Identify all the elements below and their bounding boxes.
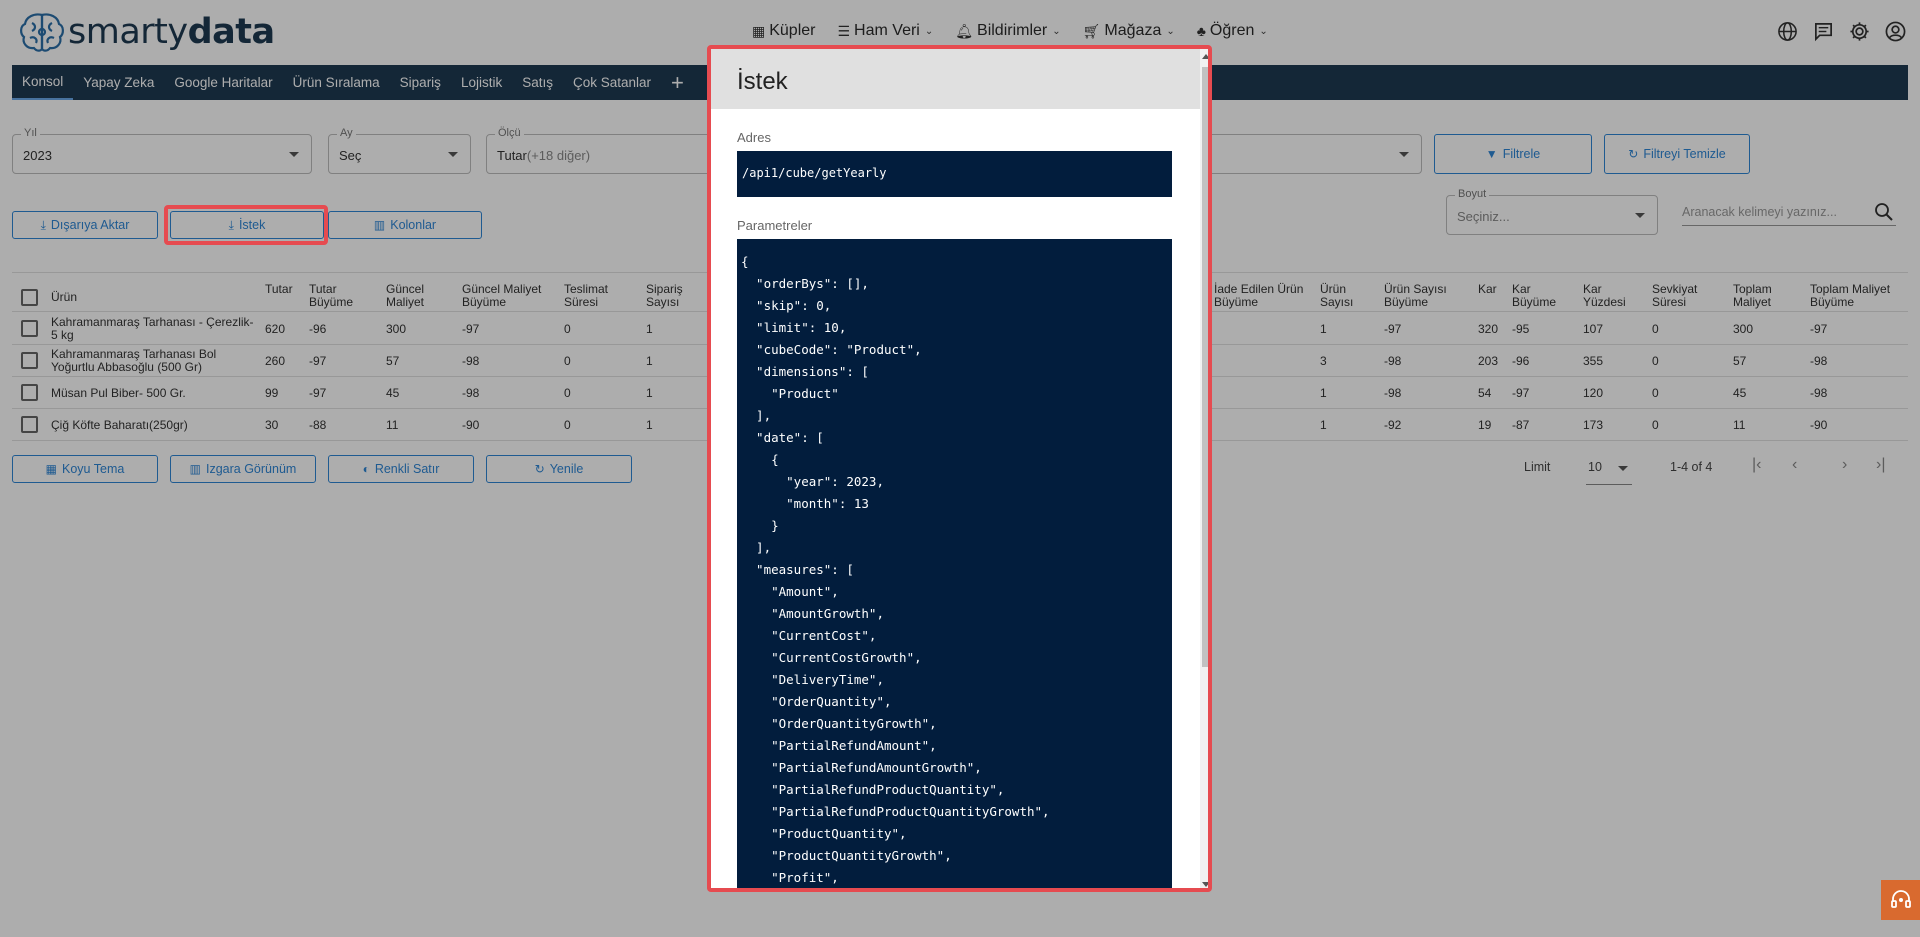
address-label: Adres (737, 130, 771, 145)
modal-scrollbar[interactable] (1200, 49, 1208, 888)
request-button-highlight (164, 205, 328, 245)
address-box: /api1/cube/getYearly (737, 151, 1172, 197)
scrollbar-thumb[interactable] (1202, 67, 1208, 667)
scroll-up-icon[interactable] (1202, 54, 1208, 59)
params-code-block: { "orderBys": [], "skip": 0, "limit": 10… (737, 239, 1172, 888)
address-value: /api1/cube/getYearly (742, 166, 887, 180)
support-button[interactable] (1881, 880, 1920, 920)
headset-icon (1890, 890, 1911, 908)
params-label: Parametreler (737, 218, 813, 233)
scroll-down-icon[interactable] (1202, 882, 1208, 887)
request-modal: İstek Adres /api1/cube/getYearly Paramet… (707, 45, 1212, 892)
modal-header: İstek (711, 49, 1200, 109)
params-code: { "orderBys": [], "skip": 0, "limit": 10… (741, 254, 1050, 885)
modal-title: İstek (737, 68, 788, 95)
